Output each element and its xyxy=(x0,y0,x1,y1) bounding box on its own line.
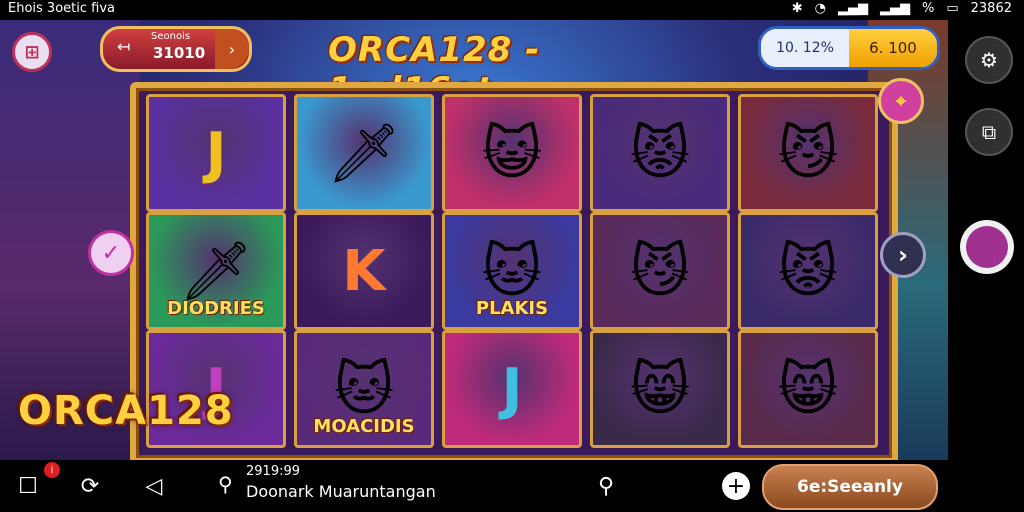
slot-cell: 😼 xyxy=(590,212,730,330)
symbol-caption: DIODRIES xyxy=(167,298,265,319)
character-symbol-icon: 😾 xyxy=(777,237,839,305)
chevron-right-icon: › xyxy=(898,241,908,269)
settings-button[interactable]: ⚙ xyxy=(965,36,1013,84)
chevron-right-icon: › xyxy=(228,39,236,59)
balance-display: 10. 12% 6. 100 xyxy=(758,26,940,70)
slot-cell: 😸 xyxy=(590,330,730,448)
target-icon: ⌖ xyxy=(895,90,907,112)
symbol-caption: MOACIDIS xyxy=(313,416,415,437)
character-symbol-icon: 😸 xyxy=(629,355,691,423)
character-symbol-icon: 🐱 xyxy=(333,355,395,423)
slot-cell: K xyxy=(294,212,434,330)
cta-button[interactable]: 6e:Seeanly xyxy=(762,464,938,510)
search-icon[interactable]: ⚲ xyxy=(592,472,620,500)
letter-symbol: K xyxy=(342,238,386,304)
slot-cell: 🐱 MOACIDIS xyxy=(294,330,434,448)
reel-2: 🗡 K 🐱 MOACIDIS xyxy=(290,94,434,450)
bottom-time: 2919:99 xyxy=(246,464,301,479)
character-symbol-icon: 😸 xyxy=(777,355,839,423)
status-percent: % xyxy=(921,1,935,16)
menu-icon: ⊞ xyxy=(24,41,40,63)
battery-icon: ▭ xyxy=(946,1,959,16)
status-bar: Ehois 3oetic fiva ✱ ◔ ▂▄▆ ▂▄▆ % ▭ 23862 xyxy=(0,0,1024,20)
character-symbol-icon: 🗡 xyxy=(327,119,401,187)
letter-symbol: J xyxy=(501,356,523,422)
status-right-icons: ✱ ◔ ▂▄▆ ▂▄▆ % ▭ 23862 xyxy=(792,1,1012,16)
check-button[interactable]: ✓ xyxy=(88,230,134,276)
slot-reels: J 🗡 DIODRIES J 🗡 K 🐱 MOACIDIS 😺 🐱 PLAKIS J 😾 😼 😸 😼 😾 😸 xyxy=(130,82,898,460)
bet-label: Seonois xyxy=(151,31,191,42)
gear-icon: ⚙ xyxy=(980,48,998,72)
slot-cell: 😼 xyxy=(738,94,878,212)
status-left-text: Ehois 3oetic fiva xyxy=(8,1,115,16)
letter-symbol: J xyxy=(205,120,227,186)
slot-cell: J xyxy=(442,330,582,448)
check-icon: ✓ xyxy=(101,240,121,266)
refresh-icon[interactable]: ⟳ xyxy=(76,472,104,500)
bottom-bar: ☐ i ⟳ ◁ ⚲ 2919:99 Doonark Muaruntangan ⚲… xyxy=(0,460,1024,512)
screen-button[interactable]: ⧉ xyxy=(965,108,1013,156)
character-symbol-icon: 🗡 xyxy=(179,237,253,305)
square-icon[interactable]: ☐ xyxy=(14,472,42,500)
slot-cell: 😸 xyxy=(738,330,878,448)
slot-cell: 🗡 xyxy=(294,94,434,212)
slot-cell: 😾 xyxy=(590,94,730,212)
slot-cell: 😺 xyxy=(442,94,582,212)
back-icon[interactable]: ◁ xyxy=(140,472,168,500)
character-symbol-icon: 😺 xyxy=(481,119,543,187)
character-symbol-icon: 😼 xyxy=(777,119,839,187)
status-time: 23862 xyxy=(970,1,1012,16)
notification-badge: i xyxy=(44,462,60,478)
reel-4: 😾 😼 😸 xyxy=(586,94,730,450)
slot-cell: 🐱 PLAKIS xyxy=(442,212,582,330)
character-symbol-icon: 🐱 xyxy=(481,237,543,305)
bet-decrease-icon[interactable]: ↤ xyxy=(117,37,130,56)
symbol-caption: PLAKIS xyxy=(475,298,549,319)
signal-icon: ▂▄▆ xyxy=(837,1,868,16)
balance-left-value: 10. 12% xyxy=(761,29,849,67)
slot-cell: 😾 xyxy=(738,212,878,330)
character-symbol-icon: 😼 xyxy=(629,237,691,305)
location-pin-icon: ⚲ xyxy=(218,472,233,496)
add-icon[interactable]: + xyxy=(722,472,750,500)
bet-increase-button[interactable]: › xyxy=(215,29,249,69)
location-name: Doonark Muaruntangan xyxy=(246,482,436,501)
reel-5: 😼 😾 😸 xyxy=(734,94,878,450)
menu-button[interactable]: ⊞ xyxy=(12,32,52,72)
feature-button[interactable]: ⌖ xyxy=(878,78,924,124)
right-panel: ⚙ ⧉ xyxy=(948,20,1024,460)
alarm-icon: ◔ xyxy=(814,1,826,16)
bet-selector[interactable]: ↤ Seonois 31010 › xyxy=(100,26,252,72)
spin-button[interactable] xyxy=(960,220,1014,274)
balance-right-value: 6. 100 xyxy=(849,29,937,67)
slot-cell: 🗡 DIODRIES xyxy=(146,212,286,330)
game-area: ⊞ ↤ Seonois 31010 › ORCA128 - 1od16ot 10… xyxy=(0,20,948,460)
slot-cell: J xyxy=(146,94,286,212)
character-symbol-icon: 😾 xyxy=(629,119,691,187)
screen-record-icon: ⧉ xyxy=(981,120,997,144)
next-button[interactable]: › xyxy=(880,232,926,278)
signal-icon-2: ▂▄▆ xyxy=(879,1,910,16)
game-logo: ORCA128 xyxy=(18,388,234,434)
reel-3: 😺 🐱 PLAKIS J xyxy=(438,94,582,450)
spin-button-inner xyxy=(966,226,1008,268)
bet-value: 31010 xyxy=(153,44,206,62)
bluetooth-icon: ✱ xyxy=(791,1,803,16)
